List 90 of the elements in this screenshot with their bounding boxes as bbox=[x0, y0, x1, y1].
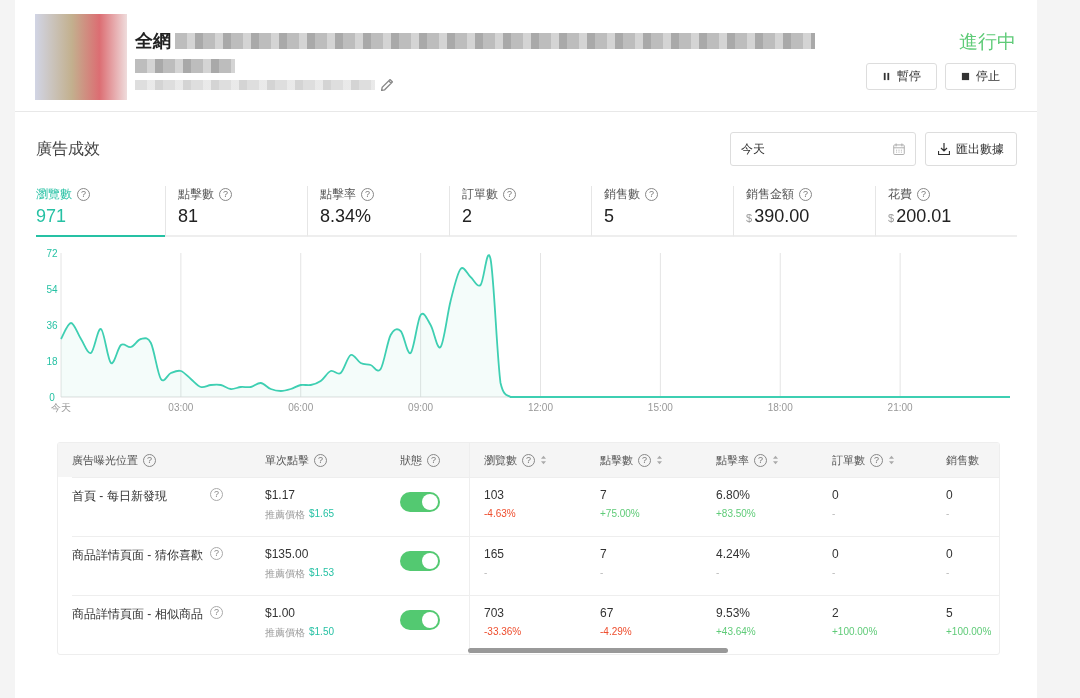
column-header: 廣告曝光位置 bbox=[72, 452, 138, 468]
download-icon bbox=[938, 143, 950, 155]
sort-icon[interactable] bbox=[540, 455, 547, 465]
placement-name: 商品詳情頁面 - 猜你喜歡 bbox=[72, 547, 204, 564]
table-cell-text: 7 bbox=[600, 488, 608, 502]
change-percent: - bbox=[600, 567, 605, 578]
column-header: 點擊率 bbox=[716, 452, 749, 468]
table-cell-text: 5 bbox=[946, 606, 954, 620]
campaign-title: 全網 bbox=[135, 30, 171, 53]
table-cell-text: 0 bbox=[946, 547, 954, 561]
table-cell-text: 6.80% bbox=[716, 488, 752, 502]
calendar-icon bbox=[893, 143, 905, 155]
x-tick-label: 12:00 bbox=[528, 402, 553, 413]
table-cell-text: 67 bbox=[600, 606, 615, 620]
pause-icon bbox=[882, 72, 891, 81]
column-header: 單次點擊 bbox=[265, 452, 309, 468]
status-toggle[interactable] bbox=[400, 610, 440, 630]
table-cell-text: 0 bbox=[946, 488, 954, 502]
metric-tab[interactable]: 銷售金額 ? $390.00 bbox=[733, 186, 875, 237]
column-header: 狀態 bbox=[400, 452, 422, 468]
bid-price: $135.00 bbox=[265, 547, 310, 561]
x-tick-label: 15:00 bbox=[647, 402, 673, 413]
placement-name: 商品詳情頁面 - 相似商品 bbox=[72, 606, 204, 623]
sort-icon[interactable] bbox=[772, 455, 779, 465]
status-toggle[interactable] bbox=[400, 492, 440, 512]
table-cell-text: 103 bbox=[484, 488, 506, 502]
table-cell-text: 2 bbox=[832, 606, 840, 620]
metric-tab[interactable]: 瀏覽數 ? 971 bbox=[36, 186, 165, 237]
table-cell-text: 0 bbox=[832, 488, 840, 502]
suggested-price-label: 推薦價格 bbox=[265, 626, 305, 640]
metric-tab[interactable]: 花費 ? $200.01 bbox=[875, 186, 1017, 237]
pause-button[interactable]: 暫停 bbox=[866, 63, 937, 90]
bid-price: $1.00 bbox=[265, 606, 297, 620]
change-percent: -33.36% bbox=[484, 626, 523, 637]
bid-price: $1.17 bbox=[265, 488, 297, 502]
change-percent: +75.00% bbox=[600, 508, 641, 519]
column-header: 點擊數 bbox=[600, 452, 633, 468]
change-percent: - bbox=[484, 567, 489, 578]
table-cell-text: 9.53% bbox=[716, 606, 752, 620]
y-tick-label: 36 bbox=[46, 320, 58, 331]
change-percent: -4.63% bbox=[484, 508, 517, 519]
x-tick-label: 今天 bbox=[51, 402, 71, 413]
metric-tab[interactable]: 訂單數 ? 2 bbox=[449, 186, 591, 237]
stop-button[interactable]: 停止 bbox=[945, 63, 1016, 90]
pencil-icon[interactable] bbox=[381, 79, 393, 91]
table-cell-text: 7 bbox=[600, 547, 608, 561]
change-percent: - bbox=[832, 567, 837, 578]
change-percent: +83.50% bbox=[716, 508, 757, 519]
section-title: 廣告成效 bbox=[36, 138, 100, 159]
column-header: 訂單數 bbox=[832, 452, 865, 468]
table-cell-text: 0 bbox=[832, 547, 840, 561]
sort-icon[interactable] bbox=[656, 455, 663, 465]
status-text: 進行中 bbox=[959, 30, 1016, 54]
table-cell-text: 4.24% bbox=[716, 547, 752, 561]
change-percent: +100.00% bbox=[832, 626, 879, 637]
change-percent: - bbox=[832, 508, 837, 519]
column-header: 瀏覽數 bbox=[484, 452, 517, 468]
change-percent: +43.64% bbox=[716, 626, 757, 637]
status-toggle[interactable] bbox=[400, 551, 440, 571]
x-tick-label: 21:00 bbox=[887, 402, 913, 413]
x-tick-label: 06:00 bbox=[288, 402, 314, 413]
metric-tab[interactable]: 點擊數 ? 81 bbox=[165, 186, 307, 237]
table-cell-text: 703 bbox=[484, 606, 506, 620]
change-percent: +100.00% bbox=[946, 626, 993, 637]
sort-icon[interactable] bbox=[888, 455, 895, 465]
column-header: 銷售數 bbox=[946, 452, 979, 468]
suggested-price-label: 推薦價格 bbox=[265, 567, 305, 581]
export-button[interactable]: 匯出數據 bbox=[925, 132, 1017, 166]
change-percent: - bbox=[946, 567, 951, 578]
suggested-price: $1.65 bbox=[309, 508, 335, 521]
change-percent: - bbox=[716, 567, 721, 578]
change-percent: - bbox=[946, 508, 951, 519]
metric-tab[interactable]: 點擊率 ? 8.34% bbox=[307, 186, 449, 237]
y-tick-label: 0 bbox=[49, 392, 55, 403]
date-field[interactable]: 今天 bbox=[730, 132, 916, 166]
change-percent: -4.29% bbox=[600, 626, 633, 637]
x-tick-label: 03:00 bbox=[168, 402, 194, 413]
metric-tab[interactable]: 銷售數 ? 5 bbox=[591, 186, 733, 237]
horizontal-scrollbar[interactable] bbox=[468, 648, 728, 653]
stop-icon bbox=[961, 72, 970, 81]
y-tick-label: 54 bbox=[46, 284, 58, 295]
y-tick-label: 18 bbox=[46, 356, 58, 367]
y-tick-label: 72 bbox=[46, 248, 58, 259]
suggested-price: $1.50 bbox=[309, 626, 335, 639]
suggested-price: $1.53 bbox=[309, 567, 335, 580]
x-tick-label: 09:00 bbox=[408, 402, 434, 413]
suggested-price-label: 推薦價格 bbox=[265, 508, 305, 522]
x-tick-label: 18:00 bbox=[767, 402, 793, 413]
placement-name: 首頁 - 每日新發現 bbox=[72, 488, 168, 505]
table-cell-text: 165 bbox=[484, 547, 506, 561]
